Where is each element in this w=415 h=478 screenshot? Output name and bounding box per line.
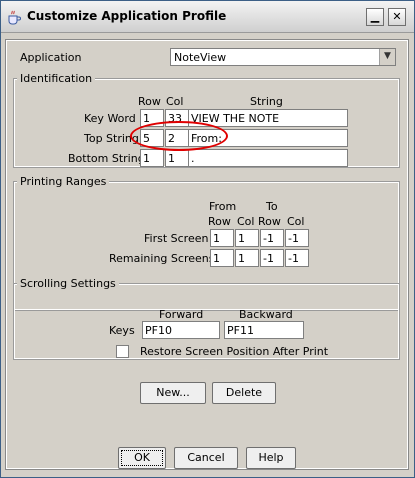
bottom-string-label: Bottom String [68,152,145,165]
id-col-header: Col [166,95,184,108]
cancel-button[interactable]: Cancel [174,447,238,469]
bottom-string-string-field[interactable]: . [188,149,348,167]
help-button[interactable]: Help [246,447,296,469]
first-screen-label: First Screen [144,232,209,245]
application-value: NoteView [174,51,227,64]
minimize-icon: ▁ [370,10,380,23]
bottom-string-row-field[interactable]: 1 [140,149,164,167]
ok-button[interactable]: OK [118,447,166,469]
from-row-header: Row [208,215,231,228]
bottom-string-col-field[interactable]: 1 [165,149,189,167]
top-string-label: Top String [84,132,139,145]
to-header: To [266,200,278,213]
forward-key-field[interactable]: PF10 [142,321,220,339]
chevron-down-icon[interactable]: ▼ [379,49,395,65]
dialog-body: Application NoteView ▼ Identification Ro… [2,34,413,478]
remaining-screens-to-col[interactable]: -1 [285,249,309,267]
first-screen-to-row[interactable]: -1 [260,229,284,247]
top-string-string-field[interactable]: From: [188,129,348,147]
scrolling-settings-title: Scrolling Settings [17,277,119,290]
application-label: Application [20,51,82,64]
backward-key-field[interactable]: PF11 [224,321,304,339]
forward-header: Forward [159,308,204,321]
first-screen-to-col[interactable]: -1 [285,229,309,247]
identification-title: Identification [17,72,96,85]
coffee-cup-icon [8,10,21,25]
from-header: From [209,200,237,213]
to-col-header: Col [287,215,305,228]
delete-button[interactable]: Delete [212,382,276,404]
restore-position-checkbox[interactable] [116,345,129,358]
application-select[interactable]: NoteView ▼ [170,48,396,66]
remaining-screens-from-row[interactable]: 1 [210,249,234,267]
dialog-window: Customize Application Profile ▁ ✕ Applic… [0,0,415,478]
top-string-row-field[interactable]: 5 [140,129,164,147]
keyword-label: Key Word [84,112,136,125]
first-screen-from-col[interactable]: 1 [235,229,259,247]
keyword-string-field[interactable]: VIEW THE NOTE [188,109,348,127]
remaining-screens-from-col[interactable]: 1 [235,249,259,267]
id-string-header: String [250,95,283,108]
keyword-col-field[interactable]: 33 [165,109,189,127]
remaining-screens-label: Remaining Screens [109,252,215,265]
new-button[interactable]: New... [140,382,206,404]
window-title: Customize Application Profile [27,9,227,23]
backward-header: Backward [239,308,293,321]
title-bar[interactable]: Customize Application Profile ▁ ✕ [1,1,414,33]
from-col-header: Col [237,215,255,228]
restore-position-label: Restore Screen Position After Print [140,345,329,358]
first-screen-from-row[interactable]: 1 [210,229,234,247]
printing-ranges-title: Printing Ranges [17,175,110,188]
minimize-button[interactable]: ▁ [366,8,384,26]
to-row-header: Row [258,215,281,228]
remaining-screens-to-row[interactable]: -1 [260,249,284,267]
close-icon: ✕ [392,10,402,23]
keyword-row-field[interactable]: 1 [140,109,164,127]
keys-label: Keys [109,324,135,337]
close-button[interactable]: ✕ [388,8,406,26]
id-row-header: Row [138,95,161,108]
top-string-col-field[interactable]: 2 [165,129,189,147]
